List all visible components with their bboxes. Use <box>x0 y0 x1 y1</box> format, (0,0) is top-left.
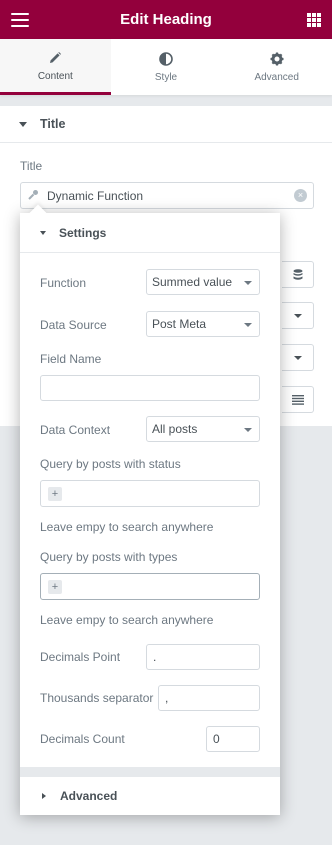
dynamic-tag-field[interactable]: Dynamic Function × <box>20 182 314 209</box>
align-justify-icon[interactable] <box>282 386 314 413</box>
status-hint: Leave empy to search anywhere <box>40 520 214 534</box>
types-query-label: Query by posts with types <box>40 550 178 564</box>
thousands-separator-label: Thousands separator <box>40 691 154 705</box>
decimals-point-input[interactable]: . <box>146 644 260 670</box>
dynamic-tag-value: Dynamic Function <box>47 188 144 203</box>
editor-tabs: Content Style Advanced <box>0 39 332 95</box>
wrench-icon <box>28 189 39 203</box>
field-name-input[interactable] <box>40 375 260 401</box>
tab-style[interactable]: Style <box>111 39 222 95</box>
data-source-label: Data Source <box>40 318 107 332</box>
section-title: Title <box>40 117 66 131</box>
select-dropdown-stub[interactable] <box>282 302 314 329</box>
add-tag-icon[interactable]: + <box>48 487 62 501</box>
advanced-label: Advanced <box>60 789 118 803</box>
types-hint: Leave empy to search anywhere <box>40 613 214 627</box>
tab-advanced[interactable]: Advanced <box>221 39 332 95</box>
widgets-grid-icon[interactable] <box>307 13 321 27</box>
data-context-select[interactable]: All posts <box>146 416 260 442</box>
caret-right-icon <box>42 793 46 799</box>
data-context-value: All posts <box>152 422 198 436</box>
clear-dynamic-icon[interactable]: × <box>294 189 307 202</box>
editor-header: Edit Heading <box>0 0 332 39</box>
settings-toggle[interactable]: Settings <box>20 213 280 253</box>
half-circle-icon <box>159 51 173 67</box>
types-tags-input[interactable]: + <box>40 573 260 600</box>
advanced-toggle[interactable]: Advanced <box>20 777 280 815</box>
title-field-label: Title <box>20 159 43 173</box>
decimals-count-label: Decimals Count <box>40 732 125 746</box>
data-source-value: Post Meta <box>152 317 207 331</box>
function-value: Summed value <box>152 275 233 289</box>
caret-down-icon <box>19 121 27 127</box>
chevron-down-icon <box>244 323 252 327</box>
status-tags-input[interactable]: + <box>40 480 260 507</box>
settings-title: Settings <box>59 225 107 240</box>
menu-icon[interactable] <box>11 13 29 27</box>
section-toggle-title[interactable]: Title <box>0 106 332 143</box>
tab-label: Content <box>37 70 73 82</box>
page-title: Edit Heading <box>120 11 212 28</box>
function-select[interactable]: Summed value <box>146 269 260 295</box>
decimals-point-label: Decimals Point <box>40 650 121 664</box>
dynamic-settings-popover: Settings Function Summed value Data Sour… <box>20 204 280 815</box>
field-name-label: Field Name <box>40 352 102 366</box>
tab-label: Advanced <box>254 72 299 83</box>
decimals-count-input[interactable]: 0 <box>206 726 260 752</box>
thousands-separator-input[interactable]: , <box>158 685 260 711</box>
chevron-down-icon <box>244 428 252 432</box>
pencil-icon <box>48 50 62 66</box>
status-query-label: Query by posts with status <box>40 457 181 471</box>
tab-label: Style <box>154 72 178 83</box>
chevron-down-icon <box>244 281 252 285</box>
chevron-down-icon <box>293 313 302 318</box>
function-label: Function <box>40 276 87 290</box>
gear-icon <box>270 51 284 67</box>
popover-divider <box>20 767 280 777</box>
caret-down-icon <box>40 230 46 235</box>
data-source-select[interactable]: Post Meta <box>146 311 260 337</box>
chevron-down-icon <box>293 355 302 360</box>
data-context-label: Data Context <box>40 423 111 437</box>
tab-content[interactable]: Content <box>0 39 111 95</box>
select-dropdown-stub[interactable] <box>282 344 314 371</box>
add-tag-icon[interactable]: + <box>48 580 62 594</box>
database-icon[interactable] <box>282 261 314 288</box>
